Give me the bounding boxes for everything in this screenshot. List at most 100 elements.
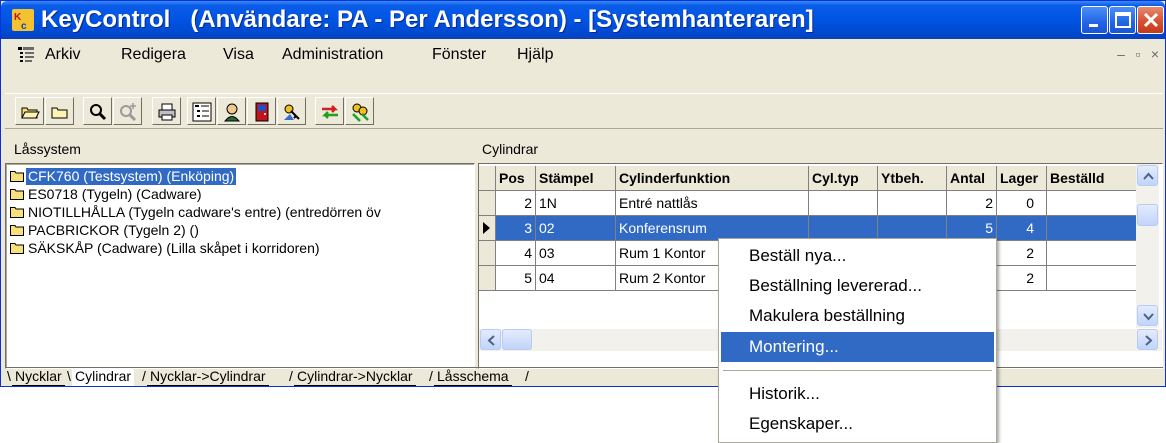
menu-visa[interactable]: Visa bbox=[223, 45, 254, 65]
open-folder-icon bbox=[21, 107, 40, 119]
close-button[interactable] bbox=[1137, 6, 1164, 34]
cell-bestalld[interactable] bbox=[1047, 191, 1137, 216]
cell-stampel[interactable]: 1N bbox=[536, 191, 616, 216]
search-button[interactable] bbox=[83, 97, 112, 125]
cell-bestalld[interactable] bbox=[1047, 241, 1137, 266]
cell-lager[interactable]: 0 bbox=[997, 191, 1047, 216]
tab-nycklar[interactable]: Nycklar bbox=[12, 368, 65, 386]
cell-lager[interactable]: 2 bbox=[997, 241, 1047, 266]
column-header-cyltyp[interactable]: Cyl.typ bbox=[809, 166, 878, 191]
cell-stampel[interactable]: 03 bbox=[536, 241, 616, 266]
column-header-lager[interactable]: Lager bbox=[997, 166, 1047, 191]
cell-bestalld[interactable] bbox=[1047, 216, 1137, 241]
cell-bestalld[interactable] bbox=[1047, 266, 1137, 291]
open-button[interactable] bbox=[15, 97, 44, 125]
row-header[interactable] bbox=[479, 216, 496, 241]
cell-stampel[interactable]: 02 bbox=[536, 216, 616, 241]
svg-text:c: c bbox=[21, 21, 27, 31]
menu-hjalp[interactable]: Hjälp bbox=[517, 45, 553, 65]
doors-button[interactable] bbox=[247, 97, 276, 125]
cell-funktion[interactable]: Entré nattlås bbox=[616, 191, 809, 216]
row-header[interactable] bbox=[479, 191, 496, 216]
lock-system-list[interactable]: CFK760 (Testsystem) (Enköping) ES0718 (T… bbox=[5, 163, 475, 369]
search-plus-button[interactable] bbox=[113, 97, 142, 125]
menu-fonster[interactable]: Fönster bbox=[432, 45, 486, 65]
folder-icon bbox=[10, 243, 24, 254]
cell-pos[interactable]: 2 bbox=[496, 191, 536, 216]
column-header-pos[interactable]: Pos bbox=[496, 166, 536, 191]
list-item-label: ES0718 (Tygeln) (Cadware) bbox=[28, 186, 202, 202]
door-icon bbox=[255, 102, 269, 122]
key-hand-button[interactable] bbox=[277, 97, 306, 125]
tree-view-button[interactable] bbox=[187, 97, 216, 125]
cell-pos[interactable]: 5 bbox=[496, 266, 536, 291]
document-tree-icon[interactable] bbox=[17, 46, 35, 64]
tab-divider: / bbox=[429, 368, 433, 384]
column-header-stampel[interactable]: Stämpel bbox=[536, 166, 616, 191]
menu-item-historik[interactable]: Historik... bbox=[721, 379, 994, 409]
menu-item-bestallning-levererad[interactable]: Beställning levererad... bbox=[721, 271, 994, 301]
mdi-minimize-icon[interactable]: – bbox=[1114, 46, 1128, 62]
menu-item-egenskaper[interactable]: Egenskaper... bbox=[721, 409, 994, 439]
row-header[interactable] bbox=[479, 266, 496, 291]
column-header-antal[interactable]: Antal bbox=[947, 166, 997, 191]
cell-pos[interactable]: 4 bbox=[496, 241, 536, 266]
minimize-button[interactable] bbox=[1081, 6, 1108, 34]
swap-arrows-icon bbox=[321, 105, 339, 119]
keys-group-button[interactable] bbox=[345, 97, 374, 125]
user-icon bbox=[223, 103, 241, 122]
minimize-icon bbox=[1089, 24, 1098, 27]
toolbar bbox=[5, 93, 1163, 129]
maximize-button[interactable] bbox=[1109, 6, 1136, 34]
scroll-thumb[interactable] bbox=[1137, 204, 1158, 226]
cell-lager[interactable]: 2 bbox=[997, 266, 1047, 291]
title-bar[interactable]: K c KeyControl (Användare: PA - Per Ande… bbox=[1, 1, 1165, 39]
mdi-restore-icon[interactable]: ▫ bbox=[1131, 46, 1145, 62]
tab-nycklar-cylindrar[interactable]: Nycklar->Cylindrar bbox=[147, 368, 269, 386]
tab-divider: / bbox=[142, 368, 146, 384]
menu-administration[interactable]: Administration bbox=[282, 45, 383, 65]
cell-cyltyp[interactable] bbox=[809, 191, 878, 216]
menu-redigera[interactable]: Redigera bbox=[121, 45, 186, 65]
menu-item-montering[interactable]: Montering... bbox=[721, 332, 994, 362]
menu-arkiv[interactable]: Arkiv bbox=[45, 45, 81, 65]
search-icon bbox=[90, 104, 107, 121]
chevron-right-icon bbox=[1145, 335, 1153, 346]
scroll-right-button[interactable] bbox=[1137, 329, 1158, 350]
key-hand-icon bbox=[284, 104, 300, 120]
menu-item-makulera-bestallning[interactable]: Makulera beställning bbox=[721, 301, 994, 331]
tab-cylindrar[interactable]: Cylindrar bbox=[72, 368, 135, 386]
print-icon bbox=[158, 103, 176, 121]
list-item-label: NIOTILLHÅLLA (Tygeln cadware's entre) (e… bbox=[28, 204, 381, 220]
folder-icon bbox=[10, 225, 24, 236]
list-item-label: PACBRICKOR (Tygeln 2) () bbox=[28, 222, 199, 238]
cell-stampel[interactable]: 04 bbox=[536, 266, 616, 291]
chevron-down-icon bbox=[1143, 313, 1154, 321]
row-header[interactable] bbox=[479, 241, 496, 266]
vertical-scrollbar[interactable] bbox=[1136, 164, 1159, 328]
column-header-bestalld[interactable]: Beställd bbox=[1047, 166, 1137, 191]
cell-ytbeh[interactable] bbox=[878, 191, 947, 216]
column-header-cylinderfunktion[interactable]: Cylinderfunktion bbox=[616, 166, 809, 191]
cell-lager[interactable]: 4 bbox=[997, 216, 1047, 241]
column-header-ytbeh[interactable]: Ytbeh. bbox=[878, 166, 947, 191]
folder-button[interactable] bbox=[45, 97, 74, 125]
scroll-left-button[interactable] bbox=[480, 329, 501, 350]
scroll-down-button[interactable] bbox=[1137, 305, 1158, 326]
cell-pos[interactable]: 3 bbox=[496, 216, 536, 241]
tab-lasschema[interactable]: Låsschema bbox=[434, 368, 512, 386]
window-title: KeyControl (Användare: PA - Per Andersso… bbox=[41, 6, 814, 33]
context-menu: Beställ nya... Beställning levererad... … bbox=[718, 238, 997, 443]
swap-button[interactable] bbox=[315, 97, 344, 125]
list-item-label: CFK760 (Testsystem) (Enköping) bbox=[26, 168, 237, 185]
tab-divider: \ bbox=[67, 368, 71, 384]
scroll-up-button[interactable] bbox=[1137, 165, 1158, 186]
menu-item-bestall-nya[interactable]: Beställ nya... bbox=[721, 241, 994, 271]
scroll-thumb[interactable] bbox=[502, 329, 532, 350]
tab-cylindrar-nycklar[interactable]: Cylindrar->Nycklar bbox=[294, 368, 416, 386]
cell-antal[interactable]: 2 bbox=[947, 191, 997, 216]
mdi-close-icon[interactable]: × bbox=[1148, 46, 1162, 62]
users-button[interactable] bbox=[217, 97, 246, 125]
print-button[interactable] bbox=[152, 97, 181, 125]
chevron-left-icon bbox=[487, 335, 495, 346]
